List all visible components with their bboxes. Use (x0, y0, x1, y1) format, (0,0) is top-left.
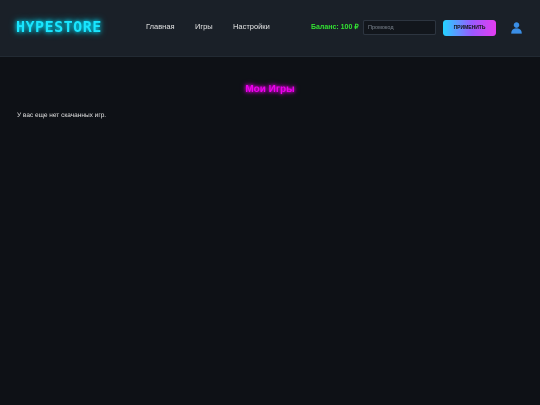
page-title: Мои Игры (245, 84, 295, 95)
balance-display: Баланс: 100 ₽ (311, 24, 359, 31)
logo[interactable]: HYPESTORE (16, 18, 102, 36)
nav-home-link[interactable]: Главная (146, 22, 175, 31)
header: HYPESTORE Главная Игры Настройки Баланс:… (0, 0, 540, 57)
page: HYPESTORE Главная Игры Настройки Баланс:… (0, 0, 540, 405)
apply-promo-button[interactable]: ПРИМЕНИТЬ (443, 20, 496, 36)
empty-games-message: У вас еще нет скачанных игр. (17, 112, 107, 119)
nav-games-link[interactable]: Игры (195, 22, 213, 31)
user-icon[interactable] (510, 21, 523, 34)
promo-code-input[interactable] (363, 20, 436, 35)
nav-settings-link[interactable]: Настройки (233, 22, 270, 31)
